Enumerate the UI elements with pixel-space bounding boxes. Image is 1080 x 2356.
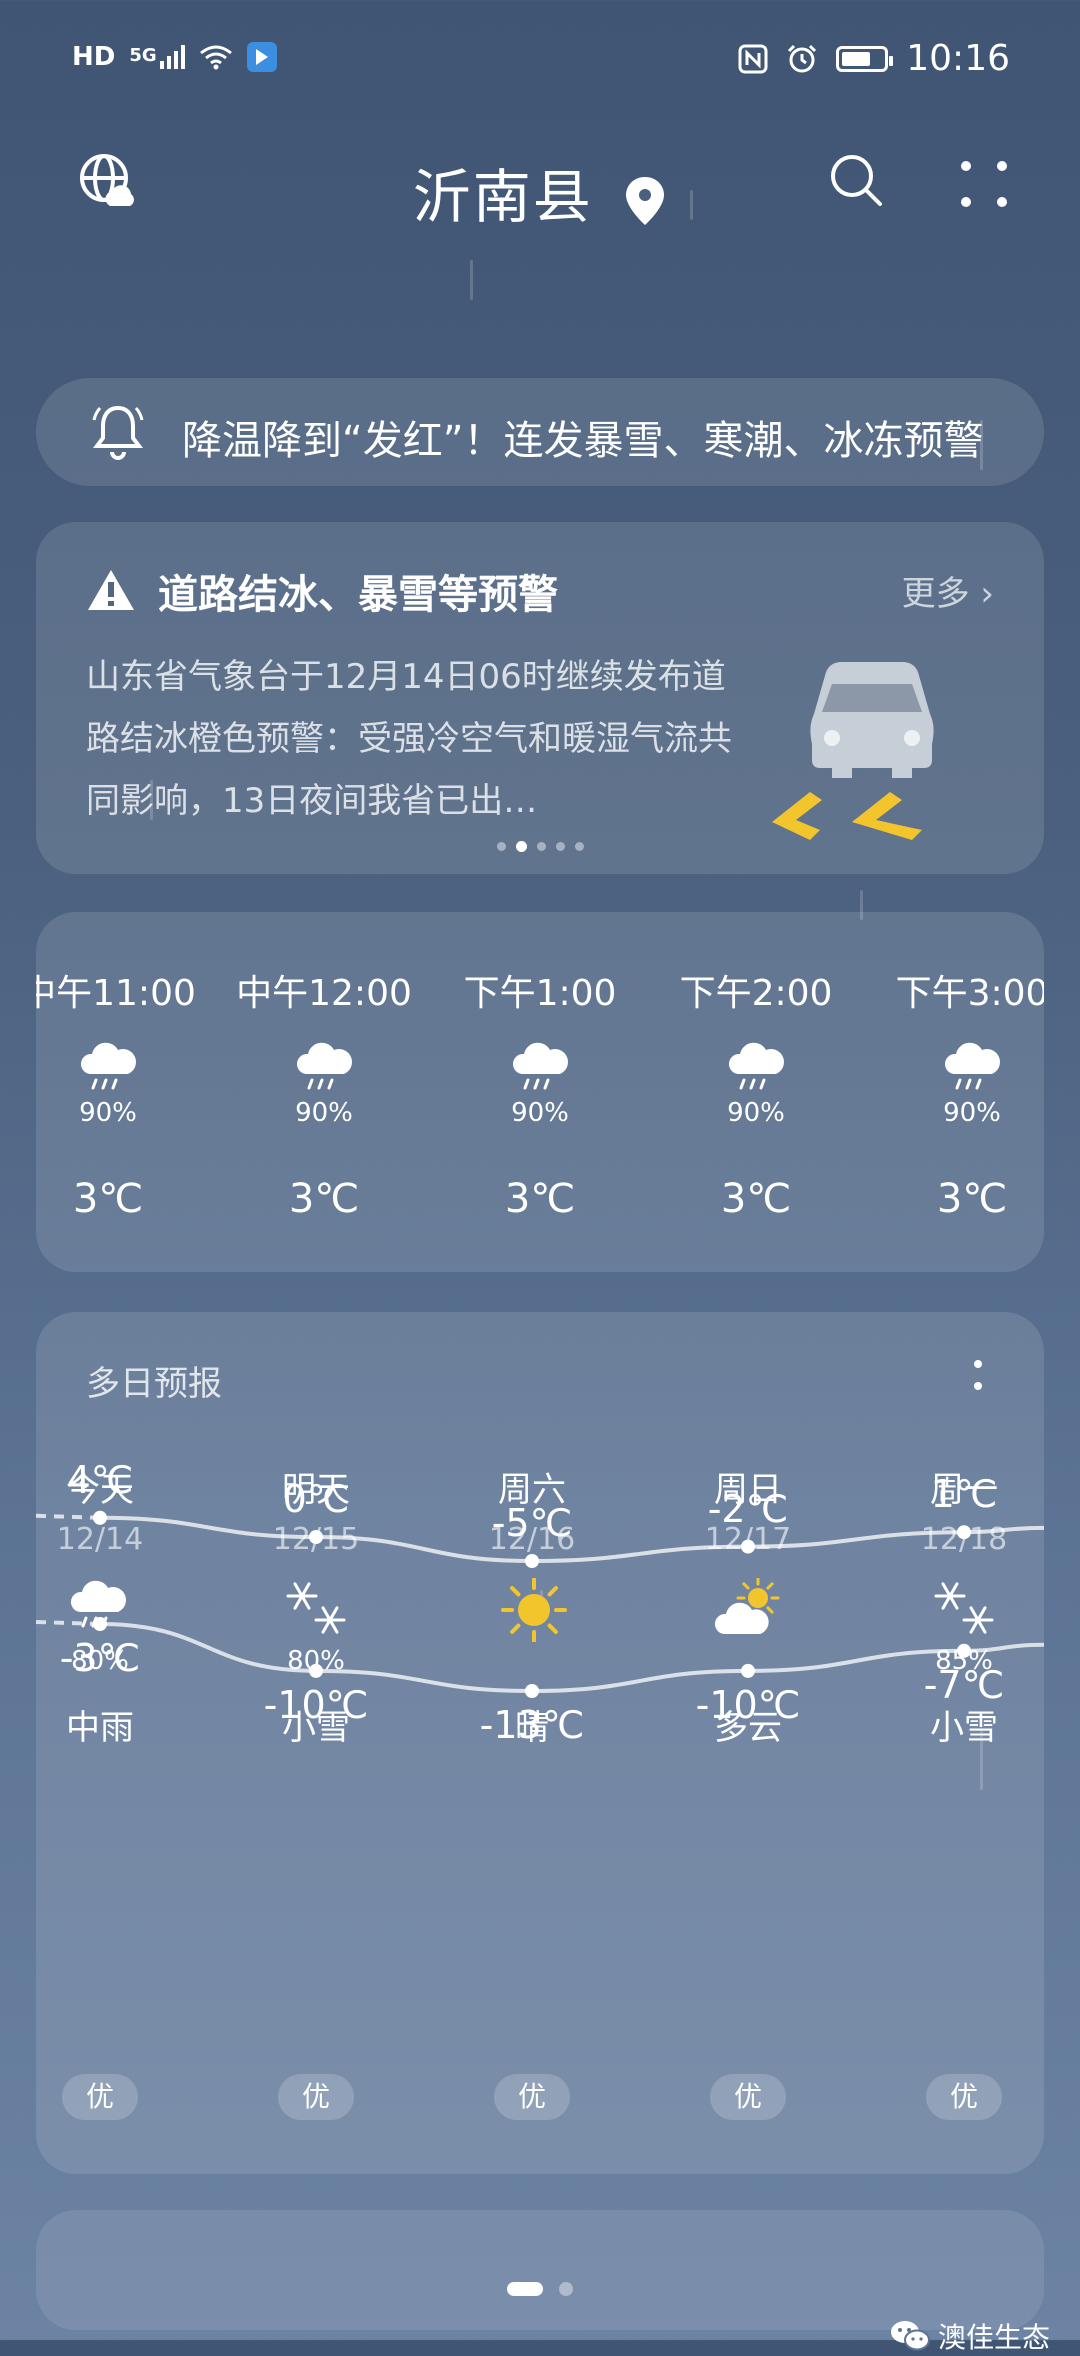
- app-notification-icon: [246, 42, 277, 72]
- hour-temperature: 3℃: [720, 1176, 792, 1222]
- network-type: 5G: [129, 45, 157, 66]
- ticker-text: 降温降到“发红”！连发暴雪、寒潮、冰冻预警: [182, 418, 984, 464]
- hour-temperature: 3℃: [936, 1176, 1008, 1222]
- watermark: 澳佳生态: [890, 2316, 1050, 2356]
- rain-cloud-icon: [292, 1040, 356, 1100]
- low-temp-line: [99, 1622, 1044, 1694]
- rain-cloud-icon: [724, 1040, 788, 1100]
- hour-time: 下午2:00: [679, 973, 833, 1014]
- next-card[interactable]: [36, 2210, 1044, 2330]
- precip-probability: 90%: [943, 1098, 1001, 1128]
- city-title[interactable]: 沂南县: [0, 150, 1080, 234]
- hour-temperature: 3℃: [504, 1176, 576, 1222]
- precip-probability: 90%: [295, 1098, 353, 1128]
- more-menu-icon[interactable]: [956, 156, 1012, 212]
- wechat-icon: [890, 2321, 930, 2351]
- daily-forecast-card[interactable]: 多日预报 今天12/1480%中雨4℃-3℃优明天12/1580%小雪0℃-10…: [36, 1312, 1044, 2174]
- bell-icon: [92, 405, 144, 460]
- location-pin-icon: [626, 176, 665, 225]
- alert-carousel-dots: [36, 841, 1044, 852]
- hour-temperature: 3℃: [288, 1176, 360, 1222]
- low-temp-point: [525, 1684, 539, 1698]
- battery-icon: [836, 45, 894, 72]
- rain-cloud-icon: [76, 1040, 140, 1100]
- alarm-icon: [788, 44, 817, 72]
- low-temp-point: [309, 1663, 323, 1678]
- precip-probability: 90%: [79, 1098, 137, 1128]
- city-name: 沂南县: [412, 163, 593, 231]
- news-ticker[interactable]: 降温降到“发红”！连发暴雪、寒潮、冰冻预警: [36, 378, 1044, 486]
- alert-title: 道路结冰、暴雪等预警: [158, 572, 558, 618]
- hour-time: 中午11:00: [36, 973, 196, 1014]
- precip-probability: 90%: [727, 1098, 785, 1128]
- page-dot[interactable]: [507, 2282, 543, 2296]
- alert-more-link[interactable]: 更多 ›: [902, 566, 994, 615]
- page-indicator: [0, 2282, 1080, 2296]
- high-temp-point: [957, 1525, 971, 1540]
- warning-triangle-icon: [88, 570, 134, 610]
- clock: 10:16: [906, 38, 1010, 79]
- high-temp-point: [309, 1530, 323, 1544]
- signal-icon: 5G: [129, 45, 185, 69]
- temperature-chart: [36, 1510, 1044, 1698]
- carousel-dot: [496, 842, 506, 851]
- rain-cloud-icon: [508, 1040, 572, 1100]
- high-temp-point: [525, 1554, 539, 1568]
- nfc-icon: [738, 44, 768, 73]
- low-temp-past-line: [36, 1620, 101, 1626]
- low-temp-point: [957, 1643, 971, 1658]
- hour-time: 中午12:00: [236, 973, 412, 1014]
- hourly-forecast-card[interactable]: 中午11:00 90% 3℃ 中午12:00 90% 3℃ 下午1:00 90% 3℃ 下午2:0…: [36, 912, 1044, 1272]
- rain-streak: [470, 260, 473, 300]
- carousel-dot: [555, 842, 565, 851]
- low-temp-point: [741, 1663, 755, 1678]
- high-temp-point: [93, 1510, 107, 1525]
- carousel-dot: [515, 841, 527, 852]
- top-bar: 沂南县: [0, 140, 1080, 240]
- alert-body: 山东省气象台于12月14日06时继续发布道路结冰橙色预警：受强冷空气和暖湿气流共…: [86, 657, 732, 821]
- weather-alert-card[interactable]: 道路结冰、暴雪等预警 更多 › 山东省气象台于12月14日06时继续发布道路结冰…: [36, 522, 1044, 874]
- hd-indicator: HD: [72, 42, 116, 72]
- status-bar: HD 5G 10:16: [0, 0, 1080, 120]
- rain-cloud-icon: [940, 1040, 1004, 1100]
- high-temp-point: [741, 1539, 755, 1554]
- hour-time: 下午1:00: [463, 973, 617, 1014]
- search-icon[interactable]: [826, 150, 886, 210]
- high-temp-past-line: [36, 1513, 101, 1520]
- hour-time: 下午3:00: [895, 973, 1044, 1014]
- carousel-dot: [536, 842, 546, 851]
- hour-temperature: 3℃: [72, 1176, 144, 1222]
- icy-road-car-icon: [772, 662, 934, 840]
- carousel-dot: [574, 842, 584, 851]
- precip-probability: 90%: [511, 1098, 569, 1128]
- low-temp-point: [93, 1617, 107, 1631]
- high-temp-line: [99, 1515, 1044, 1564]
- wifi-icon: [199, 45, 232, 70]
- watermark-text: 澳佳生态: [937, 2321, 1050, 2354]
- page-dot[interactable]: [559, 2282, 573, 2296]
